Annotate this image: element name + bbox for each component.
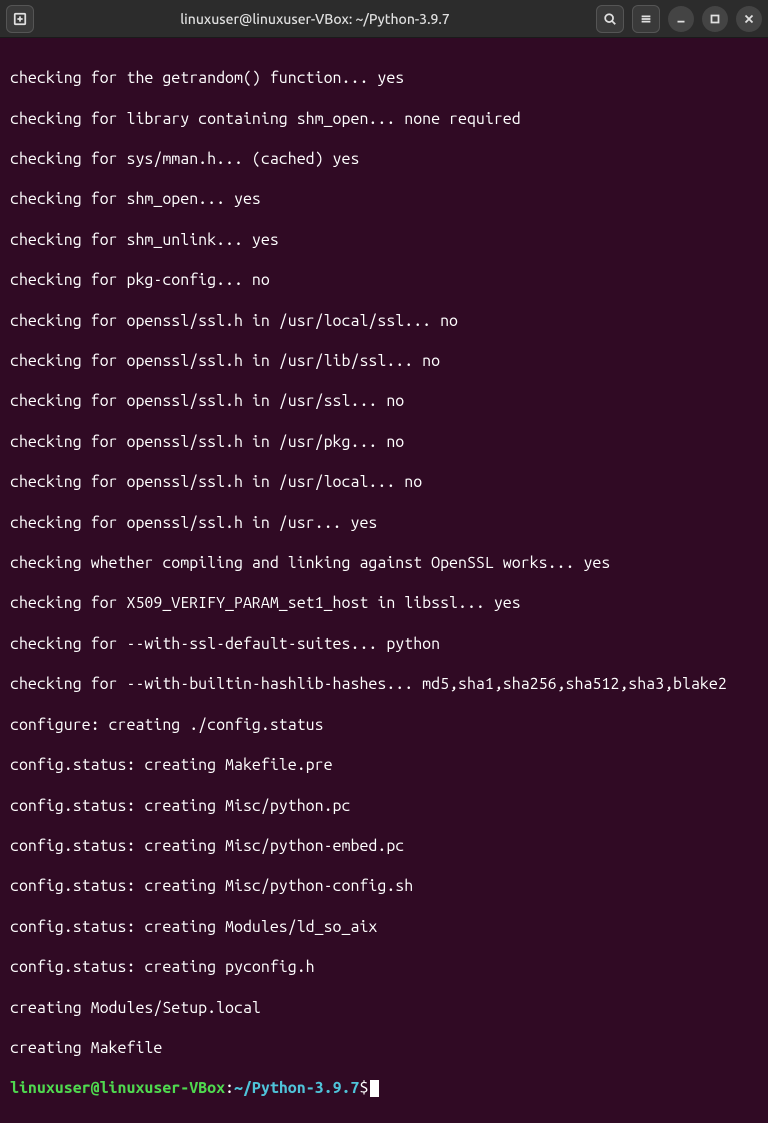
output-line: checking for shm_open... yes [10, 189, 758, 209]
search-button[interactable] [596, 5, 624, 33]
maximize-button[interactable] [702, 6, 728, 32]
output-line: checking for library containing shm_open… [10, 109, 758, 129]
output-line: checking for sys/mman.h... (cached) yes [10, 149, 758, 169]
prompt-line[interactable]: linuxuser@linuxuser-VBox:~/Python-3.9.7$ [10, 1078, 758, 1098]
terminal-output[interactable]: checking for the getrandom() function...… [0, 38, 768, 1123]
output-line: config.status: creating Misc/python-conf… [10, 876, 758, 896]
window-title: linuxuser@linuxuser-VBox: ~/Python-3.9.7 [34, 11, 596, 27]
output-line: checking for pkg-config... no [10, 270, 758, 290]
output-line: checking for openssl/ssl.h in /usr/local… [10, 472, 758, 492]
output-line: checking for openssl/ssl.h in /usr/local… [10, 311, 758, 331]
output-line: checking for openssl/ssl.h in /usr/ssl..… [10, 391, 758, 411]
output-line: config.status: creating pyconfig.h [10, 957, 758, 977]
titlebar: linuxuser@linuxuser-VBox: ~/Python-3.9.7 [0, 0, 768, 38]
prompt-path: ~/Python-3.9.7 [234, 1079, 359, 1097]
output-line: config.status: creating Makefile.pre [10, 755, 758, 775]
output-line: checking for openssl/ssl.h in /usr/pkg..… [10, 432, 758, 452]
output-line: checking for shm_unlink... yes [10, 230, 758, 250]
titlebar-right [596, 5, 762, 33]
menu-button[interactable] [632, 5, 660, 33]
prompt-colon: : [225, 1079, 234, 1097]
minimize-button[interactable] [668, 6, 694, 32]
output-line: creating Modules/Setup.local [10, 998, 758, 1018]
output-line: config.status: creating Misc/python-embe… [10, 836, 758, 856]
new-tab-button[interactable] [6, 5, 34, 33]
prompt-dollar: $ [359, 1079, 368, 1097]
prompt-userhost: linuxuser@linuxuser-VBox [10, 1079, 225, 1097]
output-line: config.status: creating Misc/python.pc [10, 796, 758, 816]
output-line: checking for openssl/ssl.h in /usr... ye… [10, 513, 758, 533]
cursor [370, 1080, 379, 1097]
output-line: creating Makefile [10, 1038, 758, 1058]
output-line: checking for --with-ssl-default-suites..… [10, 634, 758, 654]
output-line: checking for openssl/ssl.h in /usr/lib/s… [10, 351, 758, 371]
output-line: checking for the getrandom() function...… [10, 68, 758, 88]
output-line: config.status: creating Modules/ld_so_ai… [10, 917, 758, 937]
output-line: checking for --with-builtin-hashlib-hash… [10, 674, 758, 694]
close-button[interactable] [736, 6, 762, 32]
output-line: configure: creating ./config.status [10, 715, 758, 735]
output-line: checking whether compiling and linking a… [10, 553, 758, 573]
titlebar-left [6, 5, 34, 33]
output-line: checking for X509_VERIFY_PARAM_set1_host… [10, 593, 758, 613]
